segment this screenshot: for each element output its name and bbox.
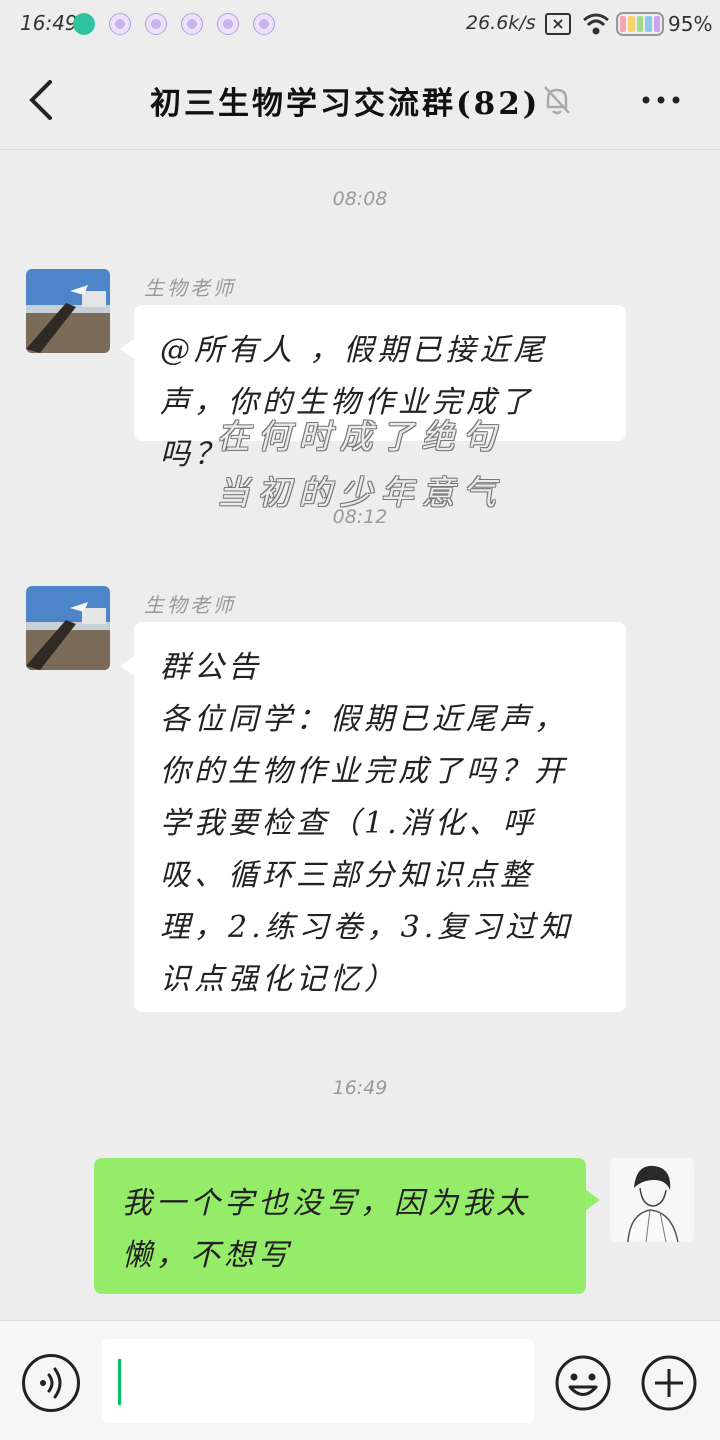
teacher-avatar-image — [26, 586, 110, 670]
announcement-bubble[interactable]: 群公告 各位同学：假期已近尾声，你的生物作业完成了吗？开学我要检查（1.消化、呼… — [120, 622, 626, 1012]
notification-icon — [181, 13, 203, 35]
plus-button[interactable] — [640, 1354, 698, 1412]
avatar[interactable] — [26, 586, 110, 670]
network-speed: 26.6k/s — [466, 12, 536, 34]
message-bubble-self[interactable]: 我一个字也没写，因为我太懒，不想写 — [94, 1158, 600, 1294]
emoji-button[interactable] — [554, 1354, 612, 1412]
status-bar: 16:49 26.6k/s × 95% — [0, 0, 720, 50]
voice-button[interactable] — [22, 1354, 80, 1412]
battery-percent: 95% — [668, 12, 713, 36]
input-bar — [0, 1320, 720, 1440]
message-timestamp: 08:08 — [332, 188, 388, 210]
sender-name: 生物老师 — [144, 276, 236, 300]
voice-icon — [40, 1367, 62, 1399]
avatar[interactable] — [26, 269, 110, 353]
notification-icon — [109, 13, 131, 35]
chat-header: 初三生物学习交流群(82) — [0, 50, 720, 150]
notification-icon — [253, 13, 275, 35]
notification-icon — [217, 13, 239, 35]
overlay-text: 在何时成了绝句 — [216, 417, 504, 456]
status-time: 16:49 — [20, 11, 78, 35]
message-timestamp: 08:12 — [332, 506, 388, 528]
message-input[interactable] — [102, 1339, 534, 1423]
battery-icon — [616, 12, 664, 36]
text-caret — [118, 1359, 121, 1405]
message-timestamp: 16:49 — [332, 1077, 388, 1099]
avatar[interactable] — [610, 1158, 694, 1242]
notification-icon — [145, 13, 167, 35]
chat-title: 初三生物学习交流群(82) — [150, 86, 541, 122]
more-button[interactable] — [636, 80, 686, 120]
wifi-icon — [583, 13, 609, 35]
plus-icon — [641, 1355, 697, 1411]
sender-name: 生物老师 — [144, 593, 236, 617]
more-dots-icon — [642, 96, 680, 104]
user-avatar-image — [610, 1158, 694, 1242]
emoji-icon — [555, 1355, 611, 1411]
back-button[interactable] — [22, 78, 62, 122]
bell-off-icon — [544, 86, 570, 115]
teacher-avatar-image — [26, 269, 110, 353]
sim-off-icon: × — [545, 13, 571, 35]
chevron-left-icon — [29, 80, 52, 120]
chat-screen: 16:49 26.6k/s × 95% 初三生物学习交流群(82) 08:08 … — [0, 0, 720, 1440]
app-notification-icon — [73, 13, 95, 35]
